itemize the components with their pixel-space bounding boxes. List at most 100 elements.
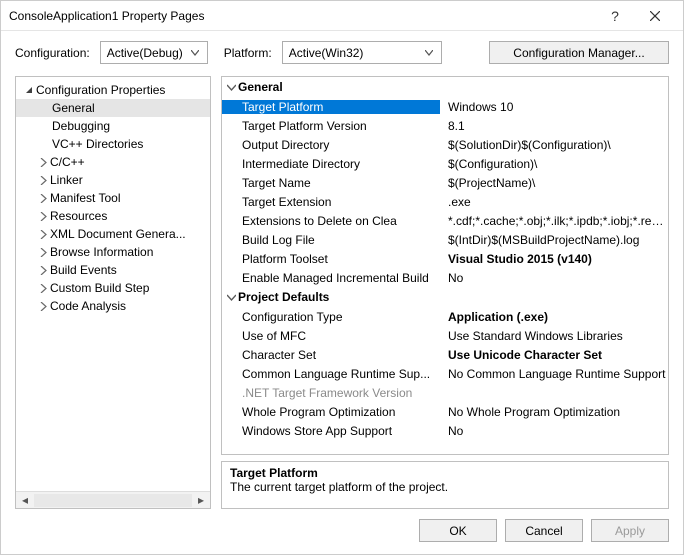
- property-value: Windows 10: [440, 100, 668, 114]
- property-name: Extensions to Delete on Clea: [222, 214, 440, 228]
- tree-item[interactable]: Code Analysis: [16, 297, 210, 315]
- property-value: .exe: [440, 195, 668, 209]
- property-row[interactable]: Output Directory$(SolutionDir)$(Configur…: [222, 135, 668, 154]
- nav-tree: Configuration Properties General Debuggin…: [15, 76, 211, 509]
- property-row[interactable]: Use of MFCUse Standard Windows Libraries: [222, 326, 668, 345]
- property-name: Target Platform: [222, 100, 440, 114]
- property-value: $(SolutionDir)$(Configuration)\: [440, 138, 668, 152]
- tree-item[interactable]: Resources: [16, 207, 210, 225]
- property-grid: GeneralTarget PlatformWindows 10Target P…: [221, 76, 669, 455]
- property-value: Application (.exe): [440, 310, 668, 324]
- tree-item-label: XML Document Genera...: [50, 227, 186, 241]
- tree-item[interactable]: Build Events: [16, 261, 210, 279]
- platform-combo[interactable]: Active(Win32): [282, 41, 442, 64]
- tree-item-label: C/C++: [50, 155, 85, 169]
- property-name: Common Language Runtime Sup...: [222, 367, 440, 381]
- apply-button[interactable]: Apply: [591, 519, 669, 542]
- property-value: No Whole Program Optimization: [440, 405, 668, 419]
- property-name: Intermediate Directory: [222, 157, 440, 171]
- tree-root[interactable]: Configuration Properties: [16, 81, 210, 99]
- property-value: No: [440, 424, 668, 438]
- category-header[interactable]: Project Defaults: [222, 287, 668, 307]
- category-name: Project Defaults: [238, 290, 329, 304]
- configuration-manager-button[interactable]: Configuration Manager...: [489, 41, 669, 64]
- property-name: Build Log File: [222, 233, 440, 247]
- tree-item[interactable]: Debugging: [16, 117, 210, 135]
- tree-item[interactable]: C/C++: [16, 153, 210, 171]
- property-row[interactable]: Configuration TypeApplication (.exe): [222, 307, 668, 326]
- tree-item[interactable]: Linker: [16, 171, 210, 189]
- property-name: Target Extension: [222, 195, 440, 209]
- property-row[interactable]: Enable Managed Incremental BuildNo: [222, 268, 668, 287]
- chevron-down-icon: [224, 83, 238, 92]
- property-row[interactable]: Target Extension.exe: [222, 192, 668, 211]
- tree-horizontal-scrollbar[interactable]: ◂ ▸: [16, 491, 210, 508]
- expand-icon: [36, 266, 50, 275]
- description-title: Target Platform: [230, 466, 660, 480]
- expand-icon: [36, 212, 50, 221]
- property-row[interactable]: Character SetUse Unicode Character Set: [222, 345, 668, 364]
- property-row[interactable]: Target Name$(ProjectName)\: [222, 173, 668, 192]
- category-name: General: [238, 80, 283, 94]
- property-value: *.cdf;*.cache;*.obj;*.ilk;*.ipdb;*.iobj;…: [440, 214, 668, 228]
- configuration-combo[interactable]: Active(Debug): [100, 41, 208, 64]
- tree-item-label: Code Analysis: [50, 299, 126, 313]
- ok-button[interactable]: OK: [419, 519, 497, 542]
- property-row[interactable]: Extensions to Delete on Clea*.cdf;*.cach…: [222, 211, 668, 230]
- close-button[interactable]: [635, 1, 675, 31]
- property-row[interactable]: .NET Target Framework Version: [222, 383, 668, 402]
- property-name: Target Platform Version: [222, 119, 440, 133]
- property-row[interactable]: Intermediate Directory$(Configuration)\: [222, 154, 668, 173]
- property-name: Use of MFC: [222, 329, 440, 343]
- window-title: ConsoleApplication1 Property Pages: [9, 9, 595, 23]
- expand-icon: [36, 230, 50, 239]
- tree-item-label: VC++ Directories: [52, 137, 143, 151]
- property-row[interactable]: Common Language Runtime Sup...No Common …: [222, 364, 668, 383]
- platform-value: Active(Win32): [289, 46, 364, 60]
- cancel-button[interactable]: Cancel: [505, 519, 583, 542]
- configuration-bar: Configuration: Active(Debug) Platform: A…: [1, 31, 683, 76]
- property-row[interactable]: Target PlatformWindows 10: [222, 97, 668, 116]
- tree-item[interactable]: General: [16, 99, 210, 117]
- property-row[interactable]: Whole Program OptimizationNo Whole Progr…: [222, 402, 668, 421]
- property-value: No Common Language Runtime Support: [440, 367, 668, 381]
- expand-icon: [36, 158, 50, 167]
- property-value: $(Configuration)\: [440, 157, 668, 171]
- tree-item-label: Debugging: [52, 119, 110, 133]
- category-header[interactable]: General: [222, 77, 668, 97]
- property-row[interactable]: Target Platform Version8.1: [222, 116, 668, 135]
- title-bar: ConsoleApplication1 Property Pages ?: [1, 1, 683, 31]
- property-value: No: [440, 271, 668, 285]
- platform-label: Platform:: [224, 46, 272, 60]
- chevron-down-icon: [421, 50, 437, 56]
- property-value: 8.1: [440, 119, 668, 133]
- scroll-left-icon: ◂: [18, 493, 32, 507]
- description-pane: Target Platform The current target platf…: [221, 461, 669, 509]
- property-value: Visual Studio 2015 (v140): [440, 252, 668, 266]
- property-row[interactable]: Platform ToolsetVisual Studio 2015 (v140…: [222, 249, 668, 268]
- tree-item-label: General: [52, 101, 95, 115]
- property-name: Platform Toolset: [222, 252, 440, 266]
- scroll-right-icon: ▸: [194, 493, 208, 507]
- property-row[interactable]: Windows Store App SupportNo: [222, 421, 668, 440]
- tree-item[interactable]: Browse Information: [16, 243, 210, 261]
- expand-icon: [36, 302, 50, 311]
- property-name: Output Directory: [222, 138, 440, 152]
- tree-item[interactable]: Manifest Tool: [16, 189, 210, 207]
- tree-item-label: Linker: [50, 173, 83, 187]
- property-row[interactable]: Build Log File$(IntDir)$(MSBuildProjectN…: [222, 230, 668, 249]
- tree-item-label: Custom Build Step: [50, 281, 149, 295]
- help-button[interactable]: ?: [595, 1, 635, 31]
- property-name: Character Set: [222, 348, 440, 362]
- property-value: $(IntDir)$(MSBuildProjectName).log: [440, 233, 668, 247]
- tree-item[interactable]: Custom Build Step: [16, 279, 210, 297]
- configuration-value: Active(Debug): [107, 46, 183, 60]
- property-name: Windows Store App Support: [222, 424, 440, 438]
- tree-item[interactable]: VC++ Directories: [16, 135, 210, 153]
- property-name: Target Name: [222, 176, 440, 190]
- tree-item-label: Manifest Tool: [50, 191, 120, 205]
- property-name: Enable Managed Incremental Build: [222, 271, 440, 285]
- tree-item[interactable]: XML Document Genera...: [16, 225, 210, 243]
- tree-item-label: Browse Information: [50, 245, 153, 259]
- description-body: The current target platform of the proje…: [230, 480, 660, 494]
